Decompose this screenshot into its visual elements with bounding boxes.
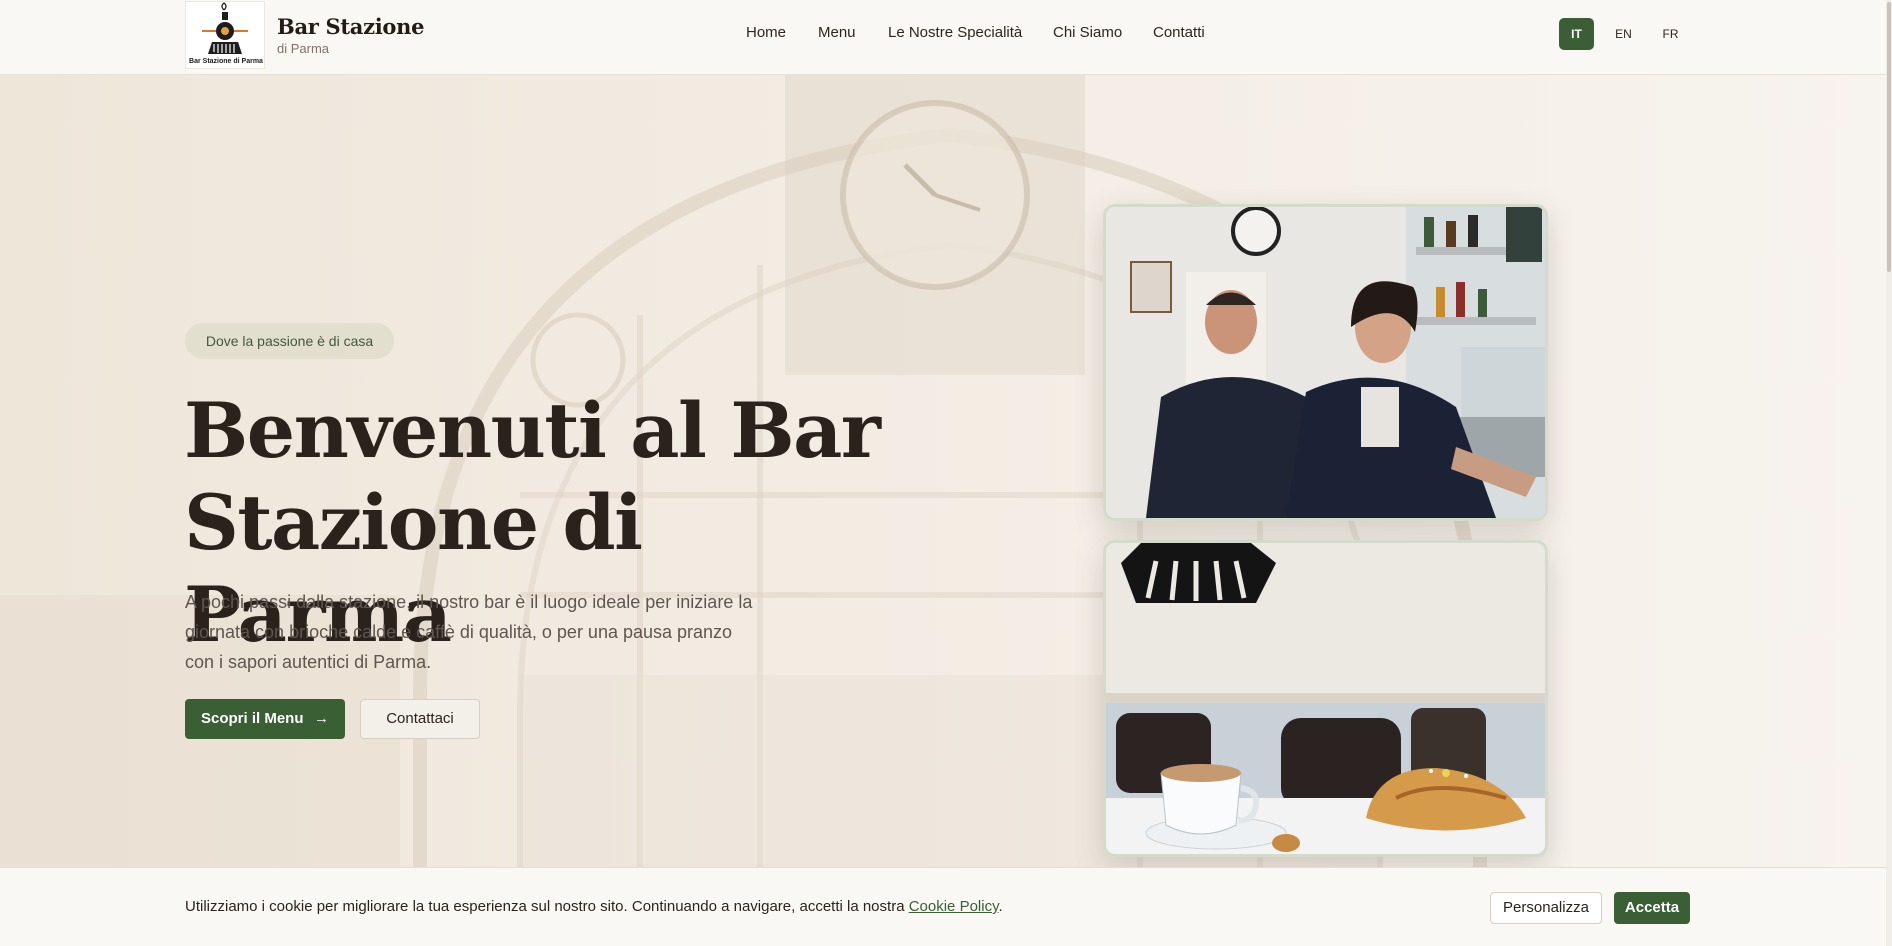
customize-cookies-button[interactable]: Personalizza [1490,892,1602,924]
menu-button-label: Scopri il Menu [201,710,304,727]
scrollbar-thumb[interactable] [1887,2,1891,272]
nav-item-home[interactable]: Home [746,24,786,41]
hero-section: Dove la passione è di casa Benvenuti al … [0,75,1892,946]
cookie-banner: Utilizziamo i cookie per migliorare la t… [0,867,1892,946]
contact-button[interactable]: Contattaci [360,699,480,739]
site-header: Bar Stazione di Parma Bar Stazione di Pa… [0,0,1892,75]
cookie-message: Utilizziamo i cookie per migliorare la t… [185,898,1003,915]
cookie-policy-link[interactable]: Cookie Policy [909,898,999,915]
hero-title-line-1: Benvenuti al Bar [184,386,881,475]
staff-photo [1103,204,1548,521]
arrow-right-icon: → [314,710,329,727]
menu-button[interactable]: Scopri il Menu → [185,699,345,739]
accept-cookies-button[interactable]: Accetta [1614,892,1690,924]
coffee-croissant-photo [1103,540,1548,857]
lang-fr-button[interactable]: FR [1653,18,1688,50]
nav-item-chi-siamo[interactable]: Chi Siamo [1053,24,1122,41]
hero-description: A pochi passi dalla stazione, il nostro … [185,592,753,672]
lang-it-button[interactable]: IT [1559,18,1594,50]
nav-item-contatti[interactable]: Contatti [1153,24,1205,41]
logo[interactable]: Bar Stazione di Parma [185,1,265,69]
brand-subtitle: di Parma [277,41,330,56]
nav-item-specialita[interactable]: Le Nostre Specialità [888,24,1022,41]
cookie-text-suffix: . [998,898,1003,915]
nav-item-menu[interactable]: Menu [818,24,856,41]
tagline-badge: Dove la passione è di casa [185,323,394,359]
cookie-text: Utilizziamo i cookie per migliorare la t… [185,898,905,915]
brand-title[interactable]: Bar Stazione [277,14,424,39]
logo-caption: Bar Stazione di Parma [189,58,263,65]
lang-en-button[interactable]: EN [1606,18,1641,50]
